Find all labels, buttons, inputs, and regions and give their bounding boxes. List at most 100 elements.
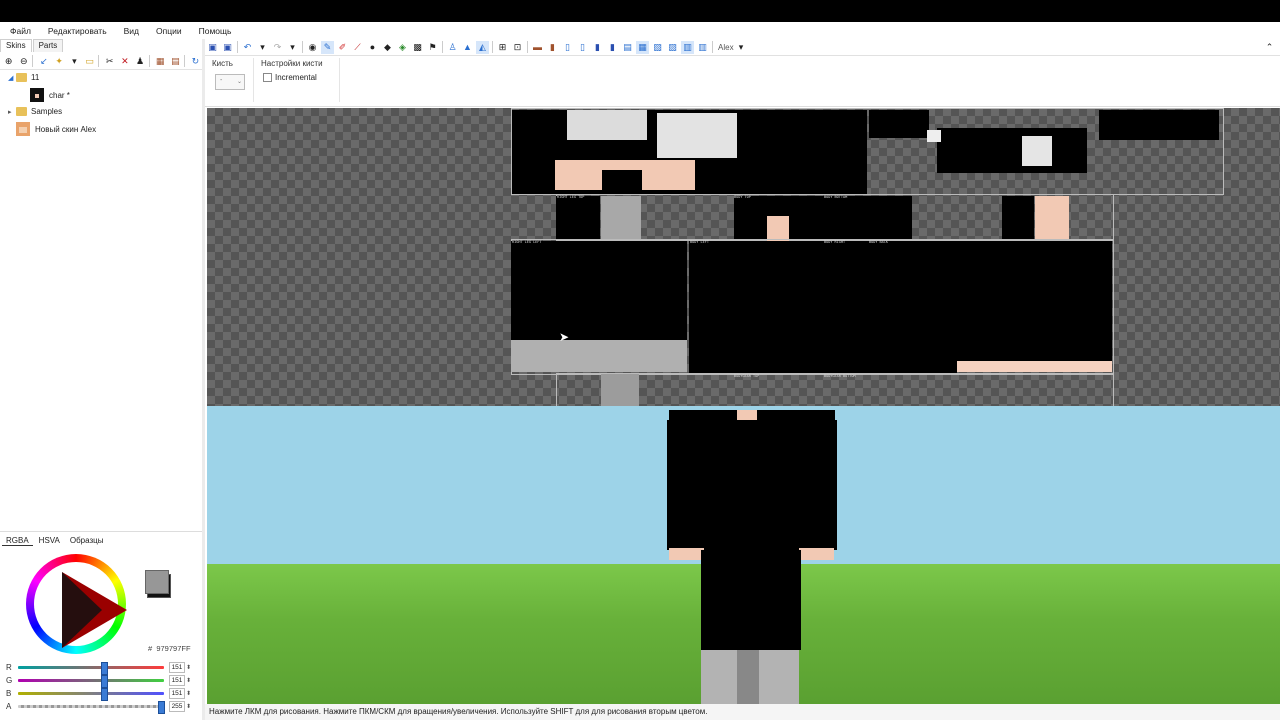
dropdown-arrow-icon[interactable]: ▾ bbox=[256, 41, 269, 54]
save-all-icon[interactable]: ▣ bbox=[221, 41, 234, 54]
menu-file[interactable]: Файл bbox=[0, 26, 38, 36]
hex-text: 979797FF bbox=[156, 644, 191, 653]
part-body-icon[interactable]: ▮ bbox=[546, 41, 559, 54]
tab-skins[interactable]: Skins bbox=[0, 39, 32, 52]
zoom-out-icon[interactable]: ⊖ bbox=[18, 55, 29, 68]
dodge-tool-icon[interactable]: ● bbox=[366, 41, 379, 54]
split-view-icon[interactable]: ◭ bbox=[476, 40, 489, 54]
camera-tool-icon[interactable]: ◉ bbox=[306, 41, 319, 54]
part-right-arm-icon[interactable]: ▯ bbox=[576, 41, 589, 54]
download-icon[interactable]: ▤ bbox=[170, 55, 181, 68]
collapse-toolbar-icon[interactable]: ⌃ bbox=[1263, 41, 1276, 54]
splitter[interactable] bbox=[202, 39, 205, 720]
left-sidebar: Skins Parts ⊕ ⊖ ↙ ✦ ▾ ▭ ✂ ✕ ♟ ▦ ▤ ↻ ◢ 11… bbox=[0, 39, 203, 720]
refresh-icon[interactable]: ↻ bbox=[190, 55, 201, 68]
dropdown-arrow-icon[interactable]: ▾ bbox=[286, 41, 299, 54]
3d-preview-viewport[interactable] bbox=[207, 406, 1280, 704]
spin-icon[interactable]: ⬍ bbox=[186, 664, 191, 671]
tree-folder-samples[interactable]: ▸ Samples bbox=[8, 107, 62, 116]
hat-top bbox=[777, 110, 867, 194]
texture-canvas[interactable]: RIGHT LEG TOP BODY TOP BODY BOTTOM RIGHT… bbox=[207, 108, 1280, 408]
undo-icon[interactable]: ↶ bbox=[241, 41, 254, 54]
dropdown-arrow-icon[interactable]: ▾ bbox=[69, 55, 80, 68]
overlay-body-icon[interactable]: ▦ bbox=[636, 40, 649, 54]
overlay-left-arm-icon[interactable]: ▧ bbox=[651, 41, 664, 54]
noise-tool-icon[interactable]: ◈ bbox=[396, 41, 409, 54]
eraser-tool-icon[interactable]: ✐ bbox=[336, 41, 349, 54]
tree-folder-11[interactable]: ◢ 11 bbox=[8, 73, 39, 82]
incremental-checkbox[interactable]: Incremental bbox=[263, 73, 317, 82]
folder-icon bbox=[16, 107, 27, 116]
alpha-slider[interactable] bbox=[18, 700, 165, 714]
menu-edit[interactable]: Редактировать bbox=[38, 26, 114, 36]
blue-slider-thumb[interactable] bbox=[100, 687, 108, 701]
brush-options-panel: Кисть - ⌄ Настройки кисти Incremental bbox=[205, 56, 1280, 107]
delete-icon[interactable]: ✕ bbox=[119, 55, 130, 68]
mountain-view-icon[interactable]: ▲ bbox=[461, 41, 474, 54]
brush-size-select[interactable]: - ⌄ bbox=[215, 74, 245, 90]
dropdown-arrow-icon[interactable]: ▾ bbox=[735, 41, 748, 54]
tab-swatches[interactable]: Образцы bbox=[66, 536, 108, 546]
green-slider-thumb[interactable] bbox=[100, 674, 108, 688]
overlay-left-leg-icon[interactable]: ▥ bbox=[681, 40, 694, 54]
save-icon[interactable]: ▣ bbox=[206, 41, 219, 54]
stamp-tool-icon[interactable]: ⚑ bbox=[426, 41, 439, 54]
spin-icon[interactable]: ⬍ bbox=[186, 677, 191, 684]
part-left-leg-icon[interactable]: ▮ bbox=[591, 41, 604, 54]
cut-icon[interactable]: ✂ bbox=[104, 55, 115, 68]
red-value[interactable]: 151 bbox=[169, 661, 185, 673]
skin-thumbnail-icon bbox=[30, 88, 44, 102]
overlay-icon[interactable]: ⊡ bbox=[511, 41, 524, 54]
primary-color-swatch[interactable] bbox=[145, 570, 169, 594]
character-legs bbox=[701, 550, 801, 650]
part-head-icon[interactable]: ▬ bbox=[531, 41, 544, 54]
green-slider[interactable] bbox=[18, 674, 164, 688]
expand-arrow-icon[interactable]: ◢ bbox=[8, 74, 16, 82]
uv-label: BODY TOP bbox=[734, 195, 751, 199]
redo-icon[interactable]: ↷ bbox=[271, 41, 284, 54]
tab-hsva[interactable]: HSVA bbox=[35, 536, 64, 546]
person-view-icon[interactable]: ♙ bbox=[446, 41, 459, 54]
zoom-in-icon[interactable]: ⊕ bbox=[3, 55, 14, 68]
red-slider[interactable] bbox=[18, 661, 164, 675]
color-wheel[interactable] bbox=[26, 554, 127, 654]
dropdown-arrow-icon[interactable]: ⌄ bbox=[237, 78, 242, 85]
hex-value[interactable]: # 979797FF bbox=[148, 644, 191, 653]
model-select[interactable]: Alex bbox=[718, 43, 734, 52]
overlay-right-leg-icon[interactable]: ▥ bbox=[696, 41, 709, 54]
tab-parts[interactable]: Parts bbox=[32, 39, 64, 52]
green-value[interactable]: 151 bbox=[169, 674, 185, 686]
pencil-tool-icon[interactable]: ✎ bbox=[321, 40, 334, 54]
red-slider-thumb[interactable] bbox=[100, 661, 108, 675]
spin-icon[interactable]: ⬍ bbox=[186, 690, 191, 697]
upload-icon[interactable]: ▦ bbox=[155, 55, 166, 68]
alpha-value[interactable]: 255 bbox=[169, 700, 185, 712]
dropper-tool-icon[interactable]: ⟋ bbox=[351, 41, 364, 54]
fill-tool-icon[interactable]: ▩ bbox=[411, 41, 424, 54]
brush-settings-group: Настройки кисти Incremental bbox=[257, 58, 340, 102]
menu-view[interactable]: Вид bbox=[114, 26, 146, 36]
tree-skin-alex[interactable]: Новый скин Alex bbox=[16, 122, 96, 136]
blue-value[interactable]: 151 bbox=[169, 687, 185, 699]
overlay-right-arm-icon[interactable]: ▨ bbox=[666, 41, 679, 54]
tree-skin-char[interactable]: char * bbox=[30, 88, 70, 102]
toolbar-separator bbox=[32, 55, 34, 67]
collapse-arrow-icon[interactable]: ▸ bbox=[8, 108, 16, 116]
menu-options[interactable]: Опции bbox=[146, 26, 189, 36]
overlay-head-icon[interactable]: ▤ bbox=[621, 41, 634, 54]
tab-rgba[interactable]: RGBA bbox=[2, 536, 33, 546]
new-skin-icon[interactable]: ✦ bbox=[54, 55, 65, 68]
clone-icon[interactable]: ♟ bbox=[134, 55, 145, 68]
checkbox-box[interactable] bbox=[263, 73, 272, 82]
new-folder-icon[interactable]: ▭ bbox=[84, 55, 95, 68]
alpha-slider-thumb[interactable] bbox=[158, 700, 165, 714]
darken-tool-icon[interactable]: ◆ bbox=[381, 41, 394, 54]
part-right-leg-icon[interactable]: ▮ bbox=[606, 41, 619, 54]
part-left-arm-icon[interactable]: ▯ bbox=[561, 41, 574, 54]
spin-icon[interactable]: ⬍ bbox=[186, 703, 191, 710]
menu-help[interactable]: Помощь bbox=[189, 26, 239, 36]
face-shadow bbox=[602, 170, 642, 190]
blue-slider[interactable] bbox=[18, 687, 164, 701]
import-icon[interactable]: ↙ bbox=[38, 55, 49, 68]
grid-icon[interactable]: ⊞ bbox=[496, 41, 509, 54]
